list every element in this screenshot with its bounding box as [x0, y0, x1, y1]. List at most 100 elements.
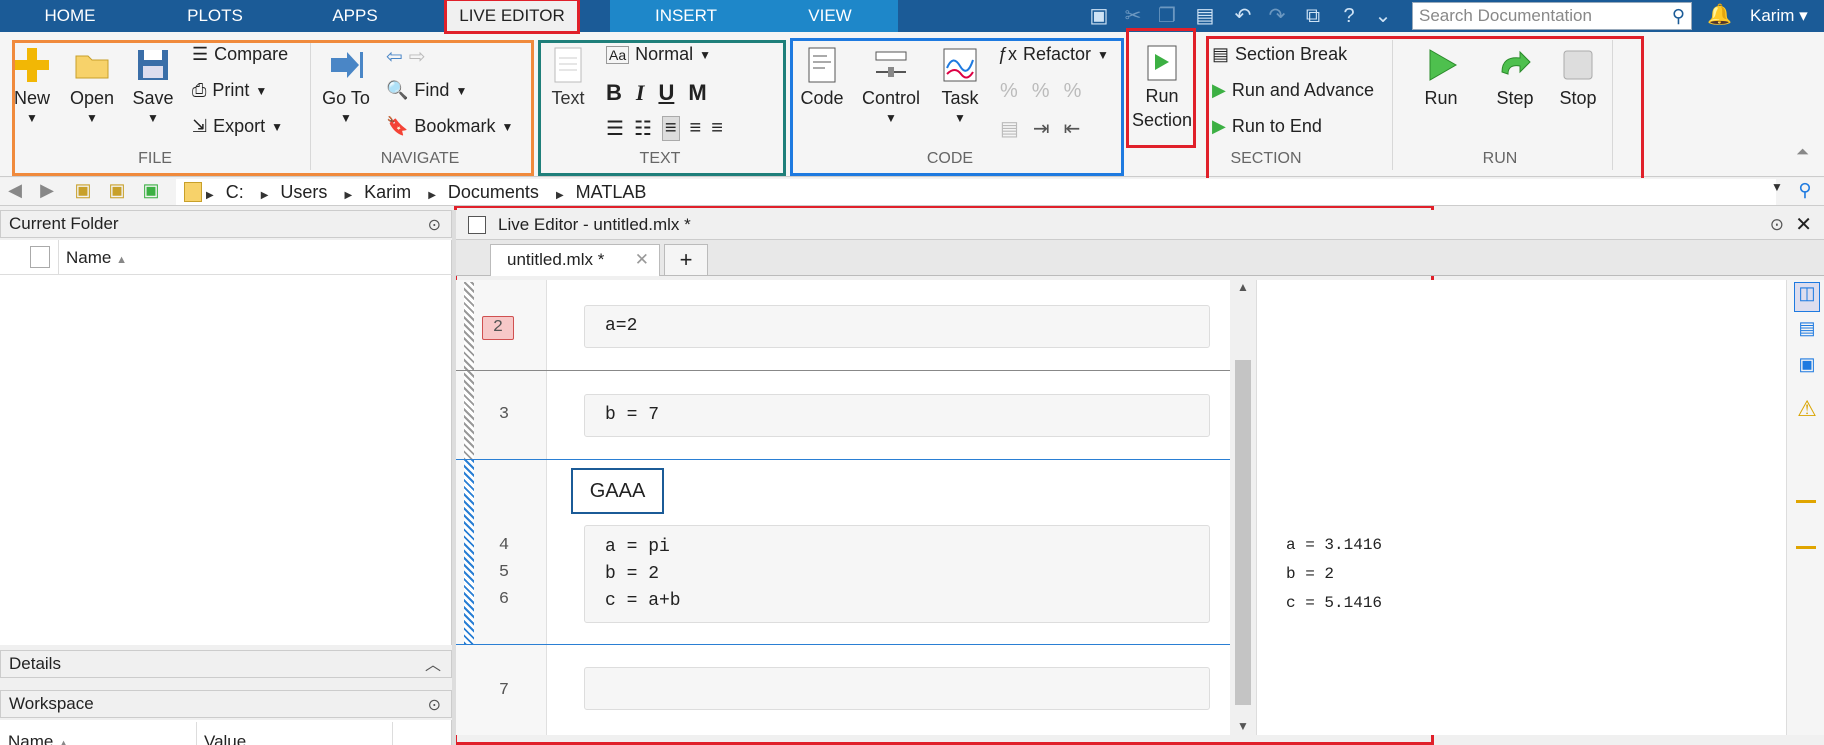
- bookmark-button[interactable]: 🔖 Bookmark ▼: [386, 116, 513, 137]
- output-inline-icon[interactable]: ▤: [1794, 318, 1820, 348]
- run-and-advance-button[interactable]: ▶ Run and Advance: [1212, 80, 1374, 101]
- workspace-name-column[interactable]: Name ▲: [8, 732, 69, 745]
- warning-marker[interactable]: [1796, 546, 1816, 549]
- up-folder-icon[interactable]: ▣: [70, 180, 96, 204]
- export-button[interactable]: ⇲ Export ▼: [192, 116, 283, 137]
- tab-live-editor[interactable]: LIVE EDITOR: [446, 0, 578, 32]
- search-documentation-input[interactable]: Search Documentation ⚲: [1412, 2, 1692, 30]
- comment-icon[interactable]: %: [1000, 80, 1018, 103]
- smart-indent-icon[interactable]: ▤: [1000, 116, 1019, 141]
- tab-plots[interactable]: PLOTS: [150, 0, 280, 32]
- goto-button[interactable]: Go To ▼: [320, 46, 372, 125]
- align-left-icon[interactable]: ≡: [661, 116, 680, 141]
- save-icon[interactable]: ▣: [1086, 3, 1112, 29]
- monospace-button[interactable]: M: [688, 80, 706, 106]
- task-button[interactable]: Task ▼: [936, 46, 984, 125]
- increase-indent-icon[interactable]: ⇥: [1033, 116, 1050, 141]
- breadcrumb-drive[interactable]: C:: [226, 182, 244, 202]
- code-line[interactable]: a=2: [605, 313, 1209, 340]
- scrollbar-thumb[interactable]: [1235, 360, 1251, 705]
- user-menu[interactable]: Karim ▾: [1750, 0, 1808, 32]
- close-icon[interactable]: ✕: [1795, 210, 1812, 240]
- forward-arrow-icon[interactable]: ⇨: [409, 44, 426, 69]
- text-style-dropdown[interactable]: Aa Normal ▼: [606, 44, 711, 65]
- italic-button[interactable]: I: [636, 80, 645, 106]
- save-button[interactable]: Save ▼: [128, 46, 178, 125]
- breadcrumb-matlab[interactable]: MATLAB: [576, 182, 647, 202]
- collapse-ribbon-icon[interactable]: ⏶: [1796, 144, 1809, 162]
- warning-icon[interactable]: ⚠: [1794, 396, 1820, 426]
- section-heading[interactable]: GAAA: [571, 468, 664, 514]
- breadcrumb-users[interactable]: Users: [280, 182, 327, 202]
- back-arrow-icon[interactable]: ⇦: [386, 44, 403, 69]
- panel-actions-icon[interactable]: ⊙: [428, 693, 441, 719]
- wrap-comments-icon[interactable]: %: [1064, 80, 1082, 103]
- run-section-button[interactable]: Run Section: [1130, 44, 1194, 132]
- code-line[interactable]: b = 2: [605, 561, 1209, 588]
- breadcrumb-documents[interactable]: Documents: [448, 182, 539, 202]
- panel-actions-icon[interactable]: ⊙: [1770, 210, 1784, 240]
- paste-icon[interactable]: ▤: [1192, 3, 1218, 29]
- address-path[interactable]: ▶ C: ▶ Users ▶ Karim ▶ Documents ▶ MATLAB: [176, 179, 1776, 205]
- line-number[interactable]: 4: [480, 536, 528, 555]
- line-number-error[interactable]: 2: [482, 316, 514, 340]
- details-panel-title[interactable]: Details ︿: [0, 650, 452, 678]
- tab-untitled-mlx[interactable]: untitled.mlx * ✕: [490, 244, 660, 276]
- panel-actions-icon[interactable]: ⊙: [428, 213, 441, 239]
- forward-icon[interactable]: ▶: [34, 180, 60, 204]
- code-block-4[interactable]: [584, 667, 1210, 710]
- help-icon[interactable]: ?: [1336, 3, 1362, 29]
- print-button[interactable]: ⎙ Print ▼: [192, 80, 267, 101]
- decrease-indent-icon[interactable]: ⇤: [1064, 116, 1081, 141]
- scroll-up-icon[interactable]: ▲: [1237, 280, 1249, 294]
- path-dropdown-icon[interactable]: ▼: [1764, 180, 1790, 204]
- bullet-list-icon[interactable]: ☰: [606, 116, 624, 141]
- align-right-icon[interactable]: ≡: [711, 117, 723, 140]
- search-folder-icon[interactable]: ⚲: [1792, 180, 1818, 204]
- tab-apps[interactable]: APPS: [290, 0, 420, 32]
- compare-button[interactable]: ☰ Compare: [192, 44, 288, 65]
- undo-icon[interactable]: ↶: [1230, 3, 1256, 29]
- uncomment-icon[interactable]: %: [1032, 80, 1050, 103]
- editor-scrollbar[interactable]: ▲ ▼: [1230, 280, 1256, 735]
- code-line[interactable]: a = pi: [605, 534, 1209, 561]
- text-button[interactable]: Text: [546, 46, 590, 109]
- notification-bell-icon[interactable]: 🔔: [1707, 2, 1732, 27]
- warning-marker[interactable]: [1796, 500, 1816, 503]
- code-button[interactable]: Code: [798, 46, 846, 109]
- run-to-end-button[interactable]: ▶ Run to End: [1212, 116, 1322, 137]
- back-icon[interactable]: ◀: [2, 180, 28, 204]
- align-center-icon[interactable]: ≡: [690, 117, 702, 140]
- new-tab-button[interactable]: +: [664, 244, 708, 276]
- tab-view[interactable]: VIEW: [760, 0, 900, 32]
- tab-home[interactable]: HOME: [0, 0, 140, 32]
- section-break-button[interactable]: ▤ Section Break: [1212, 44, 1347, 65]
- hide-code-icon[interactable]: ▣: [1794, 354, 1820, 384]
- numbered-list-icon[interactable]: ☷: [634, 116, 652, 141]
- options-icon[interactable]: ⌄: [1370, 3, 1396, 29]
- control-button[interactable]: Control ▼: [858, 46, 924, 125]
- code-block-2[interactable]: b = 7: [584, 394, 1210, 437]
- redo-icon[interactable]: ↷: [1264, 3, 1290, 29]
- bold-button[interactable]: B: [606, 80, 622, 106]
- stop-button[interactable]: Stop: [1554, 46, 1602, 109]
- underline-button[interactable]: U: [658, 80, 674, 106]
- cut-icon[interactable]: ✂: [1120, 3, 1146, 29]
- line-number[interactable]: 6: [480, 590, 528, 609]
- code-block-1[interactable]: a=2: [584, 305, 1210, 348]
- code-line[interactable]: b = 7: [605, 402, 1209, 429]
- search-icon[interactable]: ⚲: [1672, 3, 1685, 29]
- run-button[interactable]: Run: [1418, 46, 1464, 109]
- browse-folder-icon[interactable]: ▣: [104, 180, 130, 204]
- switch-windows-icon[interactable]: ⧉: [1300, 3, 1326, 29]
- line-number[interactable]: 3: [480, 405, 528, 424]
- open-button[interactable]: Open ▼: [66, 46, 118, 125]
- chevron-up-icon[interactable]: ︿: [425, 653, 441, 679]
- back-forward-nav[interactable]: ⇦ ⇨: [386, 44, 426, 69]
- code-line[interactable]: [605, 675, 1209, 702]
- new-button[interactable]: New ▼: [8, 46, 56, 125]
- step-button[interactable]: Step: [1490, 46, 1540, 109]
- line-number[interactable]: 7: [480, 681, 528, 700]
- browse-icon[interactable]: ▣: [138, 180, 164, 204]
- copy-icon[interactable]: ❐: [1154, 3, 1180, 29]
